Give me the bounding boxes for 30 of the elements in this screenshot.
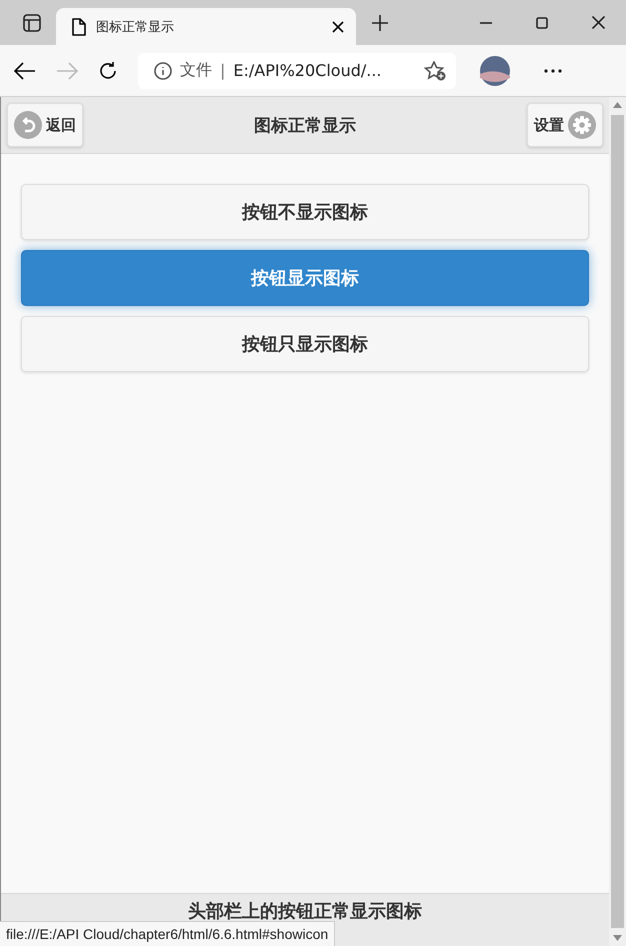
- option-button[interactable]: 按钮显示图标: [21, 250, 589, 306]
- more-icon[interactable]: [544, 68, 562, 72]
- info-icon: [154, 62, 172, 80]
- address-prefix: 文件: [180, 60, 212, 81]
- scroll-down-icon[interactable]: [613, 935, 622, 941]
- avatar-icon[interactable]: [480, 56, 510, 86]
- option-button[interactable]: 按钮不显示图标: [21, 184, 589, 240]
- address-separator: |: [220, 61, 226, 80]
- minimize-icon[interactable]: [480, 22, 492, 24]
- settings-icon: [568, 111, 596, 139]
- browser-tab[interactable]: 图标正常显示: [56, 8, 356, 45]
- option-button[interactable]: 按钮只显示图标: [21, 316, 589, 372]
- address-field[interactable]: 文件 | E:/API%20Cloud/...: [138, 52, 456, 88]
- status-url: file:///E:/API Cloud/chapter6/html/6.6.html#showicon: [0, 921, 336, 946]
- footer-title: 头部栏上的按钮正常显示图标: [188, 900, 422, 921]
- page-title: 图标正常显示: [253, 114, 357, 136]
- back-button[interactable]: 返回: [7, 103, 83, 147]
- refresh-icon[interactable]: [98, 60, 118, 80]
- back-icon[interactable]: [14, 62, 36, 80]
- maximize-icon[interactable]: [536, 16, 548, 28]
- settings-button[interactable]: 设置: [527, 103, 603, 147]
- close-icon[interactable]: [332, 20, 344, 32]
- document-icon: [72, 18, 86, 36]
- back-icon: [14, 111, 42, 139]
- star-icon[interactable]: [424, 60, 446, 80]
- close-icon[interactable]: [592, 16, 604, 29]
- address-text: E:/API%20Cloud/...: [233, 61, 383, 80]
- scroll-up-icon[interactable]: [613, 102, 622, 108]
- tab-title: 图标正常显示: [96, 18, 175, 36]
- scrollbar-thumb[interactable]: [611, 115, 624, 928]
